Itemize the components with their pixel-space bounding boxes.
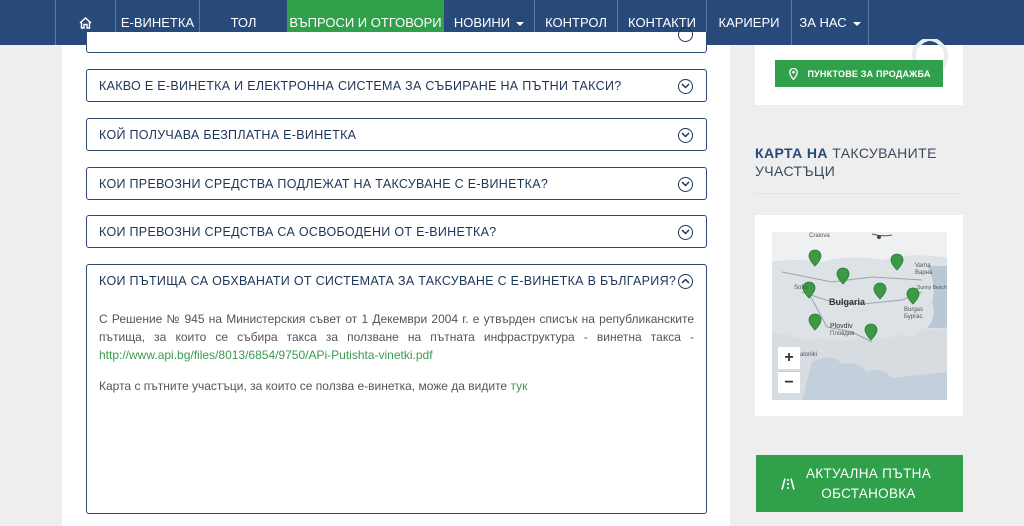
answer-paragraph: Карта с пътните участъци, за които се по… bbox=[99, 379, 528, 393]
faq-answer: С Решение № 945 на Министерския съвет от… bbox=[87, 296, 706, 395]
location-pin-icon bbox=[789, 68, 798, 80]
faq-item[interactable]: КАКВО Е Е-ВИНЕТКА И ЕЛЕКТРОННА СИСТЕМА З… bbox=[86, 69, 707, 102]
caret-down-icon bbox=[516, 21, 525, 26]
chevron-down-circle-icon bbox=[678, 176, 693, 192]
map-label-thessaloniki: aloniki bbox=[800, 352, 817, 358]
chevron-down-circle-icon bbox=[678, 224, 693, 240]
faq-question: КОЙ ПОЛУЧАВА БЕЗПЛАТНА Е-ВИНЕТКА bbox=[99, 127, 357, 142]
chevron-up-circle-icon bbox=[678, 273, 693, 289]
map-label-varna-bg: Варна bbox=[915, 270, 933, 276]
chevron-down-circle-icon bbox=[678, 78, 693, 94]
faq-question: КОИ ПРЕВОЗНИ СРЕДСТВА ПОДЛЕЖАТ НА ТАКСУВ… bbox=[99, 176, 549, 191]
map-label-sofia: Sofia bbox=[794, 285, 808, 291]
nav-careers[interactable]: КАРИЕРИ bbox=[707, 0, 792, 45]
map-label-craiova: Craiova bbox=[809, 233, 830, 239]
road-button-label: АКТУАЛНА ПЪТНА ОБСТАНОВКА bbox=[805, 465, 932, 501]
faq-question: КОИ ПРЕВОЗНИ СРЕДСТВА СА ОСВОБОДЕНИ ОТ Е… bbox=[99, 224, 497, 239]
faq-question: КОИ ПЪТИЩА СА ОБХВАНАТИ ОТ СИСТЕМАТА ЗА … bbox=[99, 273, 677, 288]
map-title: КАРТА НА ТАКСУВАНИТЕ УЧАСТЪЦИ bbox=[755, 145, 937, 179]
road-conditions-button[interactable]: АКТУАЛНА ПЪТНА ОБСТАНОВКА bbox=[756, 455, 963, 512]
divider bbox=[755, 193, 963, 194]
faq-item[interactable]: КОЙ ПОЛУЧАВА БЕЗПЛАТНА Е-ВИНЕТКА bbox=[86, 118, 707, 151]
nav-about[interactable]: ЗА НАС bbox=[792, 0, 869, 45]
roads-pdf-link[interactable]: http://www.api.bg/files/8013/6854/9750/A… bbox=[99, 348, 433, 362]
faq-question: КАКВО Е Е-ВИНЕТКА И ЕЛЕКТРОННА СИСТЕМА З… bbox=[99, 78, 622, 93]
chevron-down-circle-icon bbox=[678, 127, 693, 143]
map-label-burgas: Burgas bbox=[904, 307, 923, 313]
faq-item[interactable]: КОИ ПРЕВОЗНИ СРЕДСТВА СА ОСВОБОДЕНИ ОТ Е… bbox=[86, 215, 707, 248]
map-label-plovdiv: Plovdiv bbox=[830, 323, 853, 330]
faq-item-expanded[interactable]: КОИ ПЪТИЩА СА ОБХВАНАТИ ОТ СИСТЕМАТА ЗА … bbox=[86, 264, 707, 514]
chevron-down-circle-icon bbox=[678, 27, 693, 42]
map-link[interactable]: тук bbox=[510, 379, 527, 393]
answer-paragraph: С Решение № 945 на Министерския съвет от… bbox=[99, 312, 694, 362]
map-label-bulgaria: Bulgaria bbox=[829, 297, 866, 307]
map-zoom-out-button[interactable]: − bbox=[778, 371, 800, 393]
caret-down-icon bbox=[852, 21, 861, 26]
map-zoom-in-button[interactable]: + bbox=[778, 347, 800, 369]
map-label-plovdiv-bg: Пловдив bbox=[830, 331, 854, 337]
map-label-burgas-bg: Бургас bbox=[904, 314, 922, 320]
faq-item-partial[interactable] bbox=[86, 27, 707, 53]
home-icon bbox=[79, 16, 92, 29]
faq-item[interactable]: КОИ ПРЕВОЗНИ СРЕДСТВА ПОДЛЕЖАТ НА ТАКСУВ… bbox=[86, 167, 707, 200]
sales-points-button[interactable]: ПУНКТОВЕ ЗА ПРОДАЖБА bbox=[775, 60, 943, 87]
map-label-sunny-beach: Sunny Beach bbox=[917, 285, 947, 291]
map-label-varna: Varna bbox=[915, 263, 931, 269]
road-icon bbox=[780, 477, 795, 490]
